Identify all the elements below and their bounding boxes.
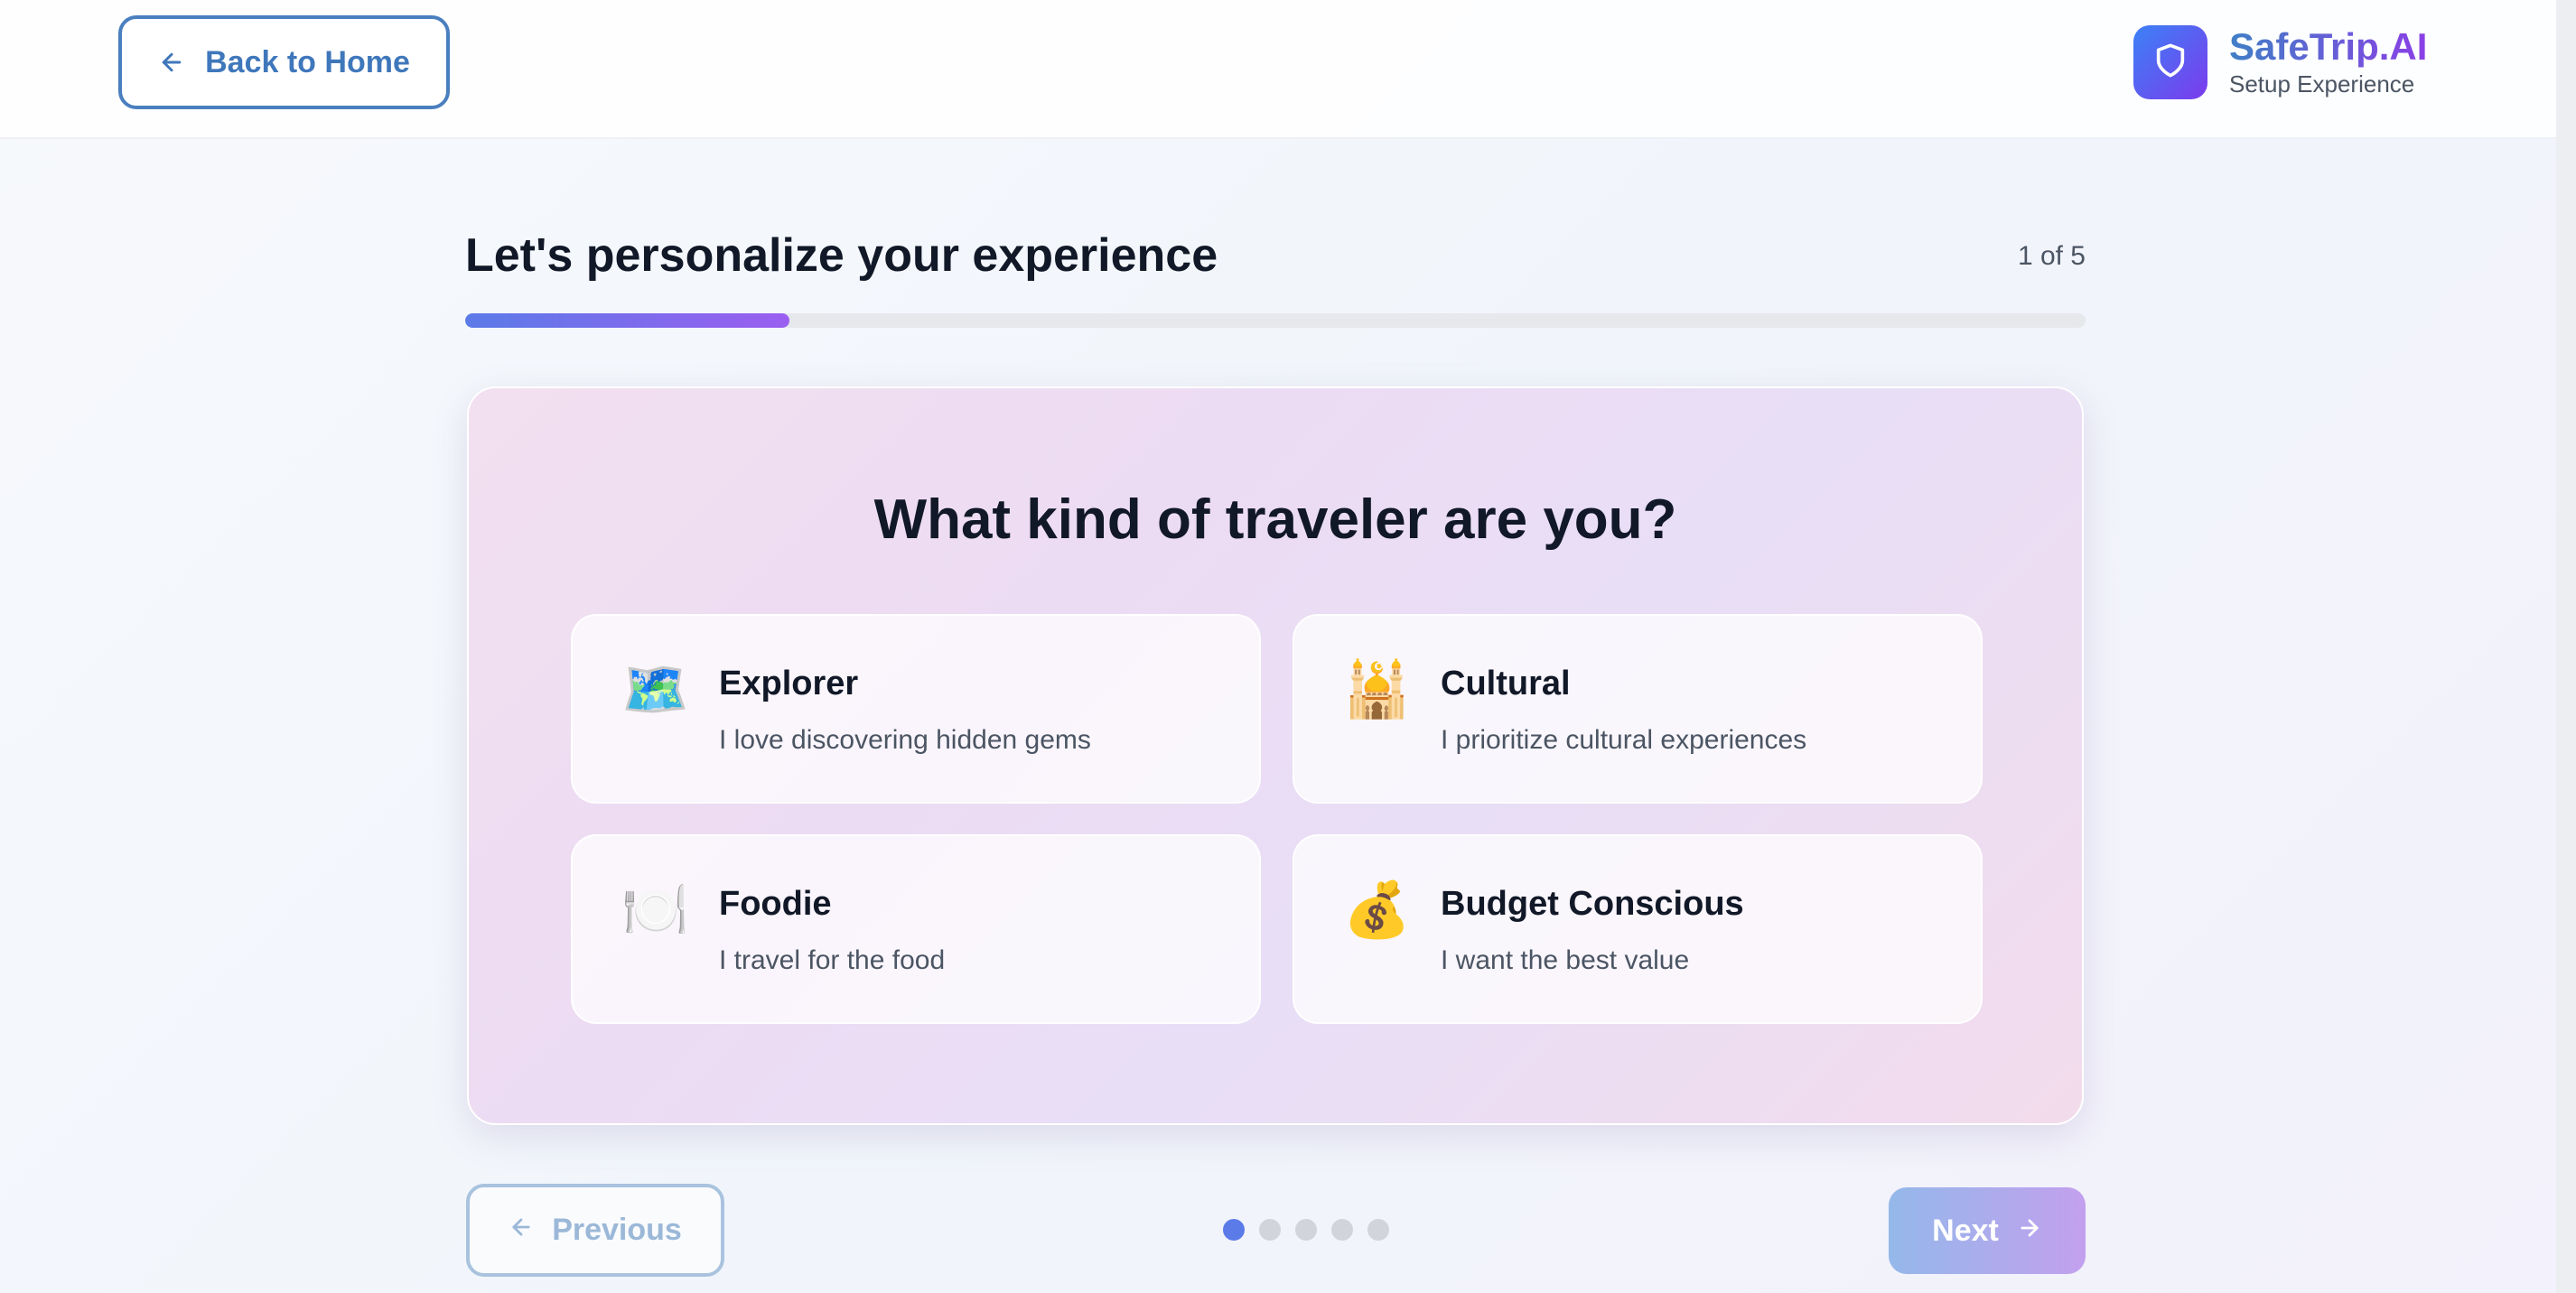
- option-title: Explorer: [719, 665, 859, 702]
- option-description: I travel for the food: [719, 945, 946, 975]
- step-dot[interactable]: [1223, 1219, 1245, 1241]
- option-budget-conscious[interactable]: 💰 Budget Conscious I want the best value: [1293, 834, 1983, 1024]
- map-icon: 🗺️: [621, 658, 689, 721]
- scrollbar[interactable]: [2556, 0, 2576, 1293]
- brand: SafeTrip.AI Setup Experience: [2133, 25, 2427, 99]
- next-button[interactable]: Next: [1889, 1187, 2086, 1274]
- option-title: Cultural: [1441, 665, 1571, 702]
- step-indicator: [1223, 1219, 1389, 1241]
- question-title: What kind of traveler are you?: [873, 488, 1677, 551]
- top-header: Back to Home SafeTrip.AI Setup Experienc…: [0, 0, 2576, 139]
- previous-label: Previous: [552, 1213, 682, 1247]
- page-title: Let's personalize your experience: [465, 229, 1218, 282]
- step-counter: 1 of 5: [2017, 241, 2086, 271]
- progress-bar: [465, 313, 2086, 328]
- option-description: I love discovering hidden gems: [719, 725, 1091, 755]
- back-to-home-button[interactable]: Back to Home: [118, 15, 450, 109]
- step-dot[interactable]: [1259, 1219, 1281, 1241]
- step-dot[interactable]: [1331, 1219, 1353, 1241]
- option-title: Budget Conscious: [1441, 885, 1744, 923]
- brand-name: SafeTrip.AI: [2229, 25, 2428, 68]
- plate-icon: 🍽️: [621, 879, 689, 942]
- money-bag-icon: 💰: [1343, 879, 1411, 942]
- arrow-left-icon: [158, 49, 185, 76]
- step-dot[interactable]: [1367, 1219, 1389, 1241]
- shield-icon: [2152, 42, 2189, 83]
- arrow-right-icon: [2017, 1214, 2042, 1249]
- option-description: I want the best value: [1441, 945, 1690, 975]
- step-dot[interactable]: [1295, 1219, 1317, 1241]
- option-explorer[interactable]: 🗺️ Explorer I love discovering hidden ge…: [571, 614, 1261, 804]
- option-title: Foodie: [719, 885, 832, 923]
- option-cultural[interactable]: 🕌 Cultural I prioritize cultural experie…: [1293, 614, 1983, 804]
- mosque-icon: 🕌: [1343, 658, 1411, 721]
- arrow-left-icon: [509, 1213, 534, 1248]
- previous-button[interactable]: Previous: [466, 1184, 724, 1277]
- brand-logo: [2133, 25, 2207, 99]
- progress-fill: [465, 313, 789, 328]
- option-foodie[interactable]: 🍽️ Foodie I travel for the food: [571, 834, 1261, 1024]
- brand-subtitle: Setup Experience: [2229, 70, 2415, 98]
- question-card: What kind of traveler are you? 🗺️ Explor…: [467, 386, 2084, 1125]
- option-description: I prioritize cultural experiences: [1441, 725, 1807, 755]
- next-label: Next: [1932, 1213, 1999, 1248]
- back-to-home-label: Back to Home: [205, 44, 410, 79]
